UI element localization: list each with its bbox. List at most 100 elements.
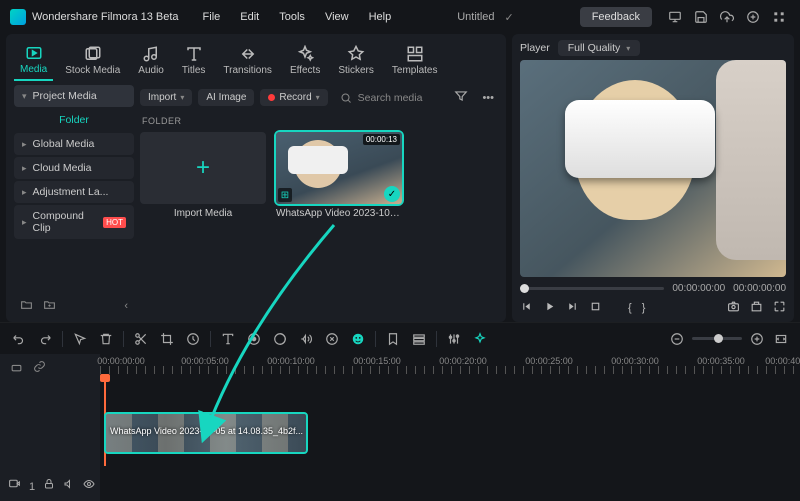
mark-in-icon[interactable]: { <box>628 302 632 314</box>
speed-icon[interactable] <box>184 330 202 348</box>
menu-help[interactable]: Help <box>361 7 400 27</box>
audio-tools-icon[interactable] <box>297 330 315 348</box>
menu-file[interactable]: File <box>195 7 229 27</box>
mark-out-icon[interactable]: } <box>642 302 646 314</box>
timeline-ruler[interactable]: 00:00:00:00 00:00:05:00 00:00:10:00 00:0… <box>100 354 800 374</box>
tab-media[interactable]: Media <box>14 40 53 81</box>
tab-stock[interactable]: Stock Media <box>59 41 126 80</box>
search-input[interactable]: Search media <box>334 89 445 107</box>
tab-audio[interactable]: Audio <box>132 41 170 80</box>
chevron-right-icon: ▸ <box>22 139 27 150</box>
render-icon[interactable] <box>471 330 489 348</box>
menu-view[interactable]: View <box>317 7 357 27</box>
play-icon[interactable] <box>543 300 556 316</box>
tab-stickers-label: Stickers <box>338 65 374 76</box>
sidebar-global-media[interactable]: ▸ Global Media <box>14 133 134 155</box>
saved-checkmark-icon: ✓ <box>505 11 514 24</box>
delete-icon[interactable] <box>97 330 115 348</box>
color-icon[interactable] <box>271 330 289 348</box>
track-manager-icon[interactable] <box>410 330 428 348</box>
marker-icon[interactable] <box>384 330 402 348</box>
stop-icon[interactable] <box>589 300 602 316</box>
link-tracks-icon[interactable] <box>33 360 46 376</box>
timeline-clip[interactable]: WhatsApp Video 2023-10-05 at 14.08.35_4b… <box>104 412 308 454</box>
ai-image-button[interactable]: AI Image <box>198 89 254 106</box>
next-frame-icon[interactable] <box>566 300 579 316</box>
time-current: 00:00:00:00 <box>672 283 725 294</box>
import-media-tile[interactable]: + Import Media <box>140 132 266 219</box>
sidebar-adjustment-layer[interactable]: ▸ Adjustment La... <box>14 181 134 203</box>
tab-stickers[interactable]: Stickers <box>332 41 380 80</box>
quality-dropdown[interactable]: Full Quality ▾ <box>558 40 641 56</box>
collapse-sidebar-icon[interactable]: ‹ <box>124 300 128 312</box>
track-mute-icon[interactable] <box>63 478 75 493</box>
keyframe-icon[interactable] <box>245 330 263 348</box>
video-track-icon[interactable] <box>8 477 21 493</box>
monitor-icon[interactable] <box>666 8 684 26</box>
scrub-bar[interactable] <box>520 287 664 290</box>
sidebar-folder-label: Folder <box>59 114 89 126</box>
pointer-icon[interactable] <box>71 330 89 348</box>
export-icon[interactable] <box>744 8 762 26</box>
record-dot-icon <box>268 94 275 101</box>
zoom-slider[interactable] <box>692 337 742 340</box>
undo-icon[interactable] <box>10 330 28 348</box>
tab-templates[interactable]: Templates <box>386 41 444 80</box>
chevron-down-icon: ▾ <box>22 91 27 102</box>
filter-icon[interactable] <box>450 87 472 108</box>
track-visibility-icon[interactable] <box>83 478 95 493</box>
sidebar-compound-clip[interactable]: ▸ Compound Clip HOT <box>14 205 134 239</box>
plus-icon: + <box>196 154 210 182</box>
fullscreen-icon[interactable] <box>773 300 786 316</box>
record-button[interactable]: Record ▾ <box>260 89 327 106</box>
mixer-icon[interactable] <box>445 330 463 348</box>
clip-label: WhatsApp Video 2023-10-05 at 14.08.35_4b… <box>110 426 303 436</box>
tab-transitions[interactable]: Transitions <box>217 41 278 80</box>
preview-frame <box>520 60 786 277</box>
ai-tools-icon[interactable] <box>349 330 367 348</box>
zoom-fit-icon[interactable] <box>772 330 790 348</box>
redo-icon[interactable] <box>36 330 54 348</box>
tab-transitions-label: Transitions <box>223 65 272 76</box>
tab-effects[interactable]: Effects <box>284 41 326 80</box>
ruler-label: 00:00:00:00 <box>97 356 145 366</box>
ruler-label: 00:00:25:00 <box>525 356 573 366</box>
apps-icon[interactable] <box>770 8 788 26</box>
sidebar-folder[interactable]: Folder <box>14 109 134 131</box>
search-icon <box>340 92 352 104</box>
tab-media-label: Media <box>20 64 47 75</box>
split-icon[interactable] <box>132 330 150 348</box>
new-folder-plus-icon[interactable] <box>43 298 56 314</box>
hot-badge: HOT <box>103 217 126 228</box>
feedback-button[interactable]: Feedback <box>580 7 652 27</box>
media-clip-tile[interactable]: 00:00:13 ⊞ ✓ WhatsApp Video 2023-10-05..… <box>276 132 402 219</box>
detach-audio-icon[interactable] <box>323 330 341 348</box>
app-logo <box>10 9 26 25</box>
text-icon[interactable] <box>219 330 237 348</box>
track-lock-icon[interactable] <box>43 478 55 493</box>
document-title: Untitled <box>457 11 494 23</box>
import-media-label: Import Media <box>140 208 266 219</box>
crop-icon[interactable] <box>158 330 176 348</box>
clip-duration: 00:00:13 <box>363 134 400 145</box>
record-label: Record <box>279 92 311 103</box>
snapshot-icon[interactable] <box>727 300 740 316</box>
tab-titles[interactable]: Titles <box>176 41 212 80</box>
menu-edit[interactable]: Edit <box>232 7 267 27</box>
zoom-out-icon[interactable] <box>668 330 686 348</box>
tab-titles-label: Titles <box>182 65 206 76</box>
menu-tools[interactable]: Tools <box>271 7 313 27</box>
sidebar-project-media[interactable]: ▾ Project Media <box>14 85 134 107</box>
cloud-upload-icon[interactable] <box>718 8 736 26</box>
add-clip-icon[interactable]: ⊞ <box>278 188 292 202</box>
save-icon[interactable] <box>692 8 710 26</box>
sidebar-cloud-media[interactable]: ▸ Cloud Media <box>14 157 134 179</box>
clip-filename: WhatsApp Video 2023-10-05... <box>276 208 402 219</box>
volume-icon[interactable] <box>750 300 763 316</box>
import-button[interactable]: Import ▾ <box>140 89 192 106</box>
zoom-in-icon[interactable] <box>748 330 766 348</box>
lock-tracks-icon[interactable] <box>10 360 23 376</box>
new-folder-icon[interactable] <box>20 298 33 314</box>
more-icon[interactable]: ••• <box>478 90 498 106</box>
prev-frame-icon[interactable] <box>520 300 533 316</box>
